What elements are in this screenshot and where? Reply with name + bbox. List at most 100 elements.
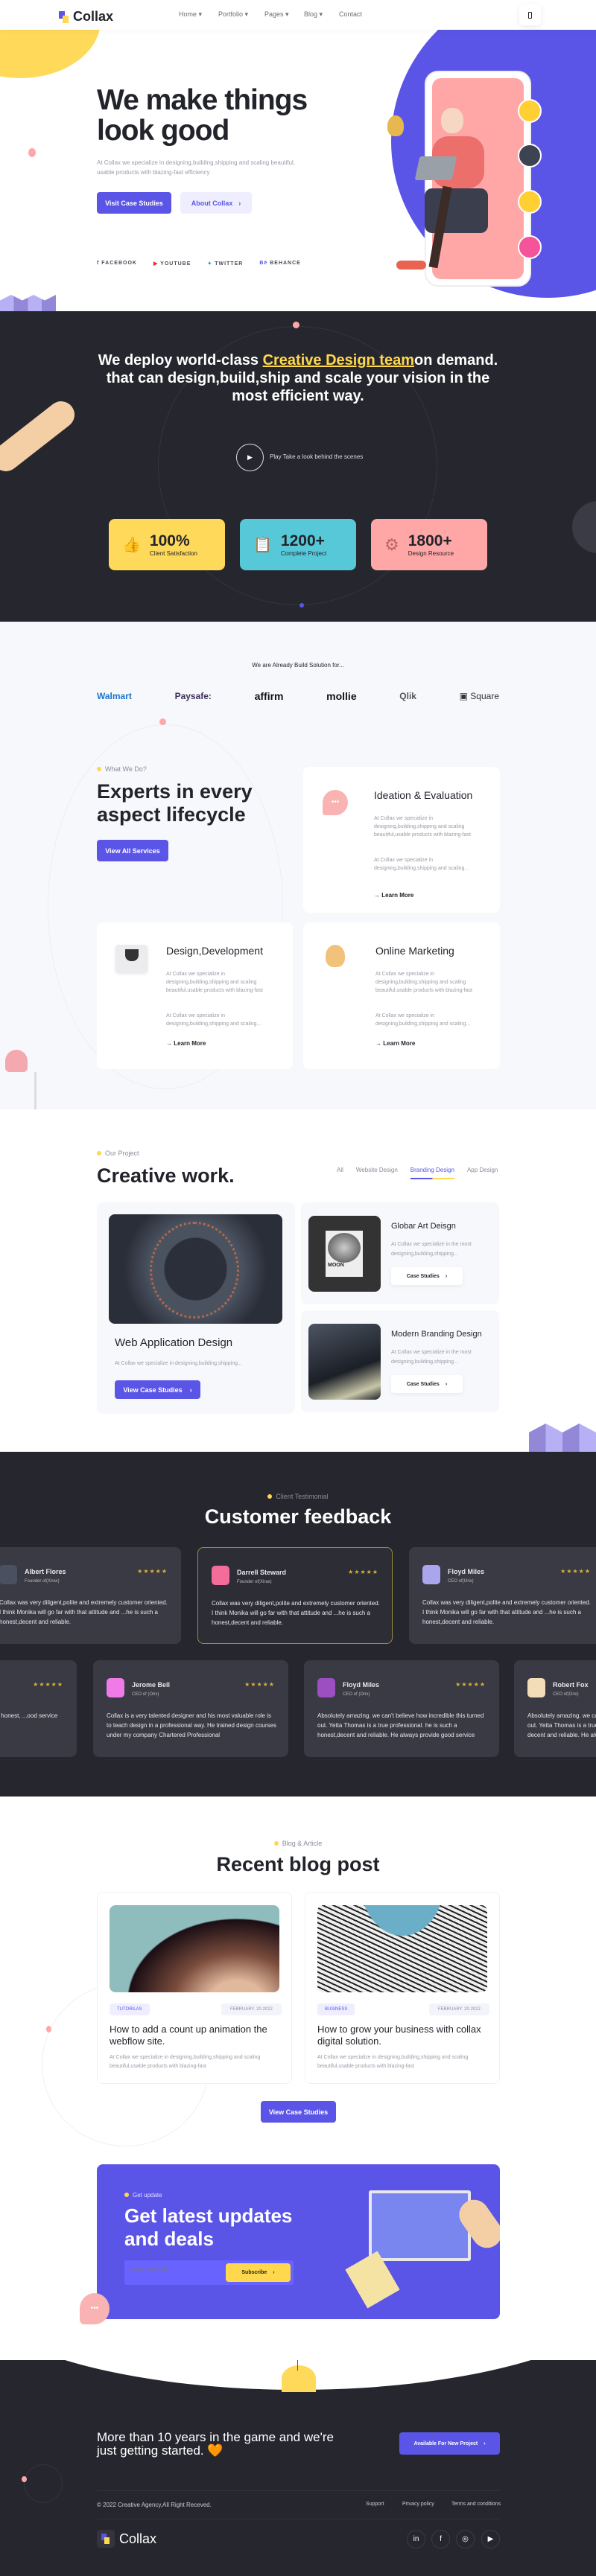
hero-title: We make things look good bbox=[97, 84, 308, 147]
blog-post-title[interactable]: How to add a count up animation the webf… bbox=[110, 2024, 281, 2047]
youtube-icon: ▶ bbox=[487, 2535, 494, 2543]
pink-dot bbox=[22, 2476, 27, 2482]
youtube-icon: ▶ bbox=[153, 261, 161, 267]
case-studies-button[interactable]: Case Studies › bbox=[391, 1267, 463, 1285]
view-case-studies-button[interactable]: View Case Studies bbox=[261, 2101, 336, 2123]
testimonial-card: Albert Flores Founder of(Xirax) ★★★★★ Col… bbox=[0, 1547, 181, 1644]
footer-link-privacy[interactable]: Privacy policy bbox=[402, 2502, 434, 2507]
avatar bbox=[107, 1678, 124, 1697]
play-button[interactable]: ▶ bbox=[236, 444, 264, 471]
newsletter-section: Get update Get latest updatesand deals S… bbox=[0, 2146, 596, 2362]
reviewer-name: Darrell Steward bbox=[237, 1569, 287, 1576]
hero: We make things look good At Collax we spe… bbox=[0, 30, 596, 311]
highlight-text: Creative Design team bbox=[262, 352, 414, 369]
about-collax-button[interactable]: About Collax › bbox=[180, 192, 252, 214]
learn-more-link[interactable]: → Learn More bbox=[374, 892, 413, 899]
arrow-icon: → bbox=[374, 892, 382, 899]
blog-card[interactable]: TUTORILAS FEBRUARY. 20.2022 How to add a… bbox=[97, 1892, 292, 2084]
divider bbox=[97, 2490, 500, 2491]
blog-date: FEBRUARY. 20.2022 bbox=[221, 2003, 282, 2015]
testimonial-card: Darrell Steward Founder of(Xirax) ★★★★★ C… bbox=[197, 1547, 393, 1644]
testimonial-card: Floyd Miles CEO of (Orix) ★★★★★ Absolutel… bbox=[304, 1660, 499, 1757]
service-card: Online Marketing At Collax we specialize… bbox=[303, 922, 500, 1069]
footer-link-support[interactable]: Support bbox=[366, 2502, 384, 2507]
testimonial-card: Robert Fox CEO of(Orix)★★★★★ Absolutely … bbox=[514, 1660, 596, 1757]
reviewer-role: CEO of (Orix) bbox=[132, 1692, 159, 1697]
mobile-menu-button[interactable] bbox=[519, 4, 541, 25]
reviewer-role: Founder of(Xirax) bbox=[237, 1580, 272, 1584]
newsletter-form: Subscribe› bbox=[124, 2260, 294, 2285]
behance-icon: Bē bbox=[259, 261, 270, 266]
cube-decoration bbox=[0, 295, 56, 311]
logo-icon bbox=[59, 10, 69, 23]
facebook-icon: f bbox=[440, 2535, 442, 2543]
star-rating: ★★★★★ bbox=[33, 1681, 63, 1688]
top-nav: Collax Home ▾ Portfolio ▾ Pages ▾ Blog ▾… bbox=[0, 0, 596, 30]
stat-card: 👍 100% Client Satisfaction bbox=[109, 519, 225, 570]
footer-link-terms[interactable]: Terms and conditions bbox=[451, 2502, 501, 2507]
star-rating: ★★★★★ bbox=[348, 1569, 378, 1575]
stat-card: 📋 1200+ Complete Project bbox=[240, 519, 356, 570]
learn-more-link[interactable]: → Learn More bbox=[166, 1040, 206, 1047]
arrow-icon: → bbox=[375, 1040, 384, 1047]
subscribe-button[interactable]: Subscribe › bbox=[226, 2263, 291, 2282]
hero-description: At Collax we specialize in designing,bui… bbox=[97, 159, 295, 176]
avatar bbox=[422, 1565, 440, 1584]
mollie-logo: mollie bbox=[326, 690, 357, 702]
chat-bubble-icon: ••• bbox=[80, 2293, 110, 2324]
blog-tag[interactable]: TUTORILAS bbox=[110, 2003, 150, 2015]
project-card: MOON Globar Art Deisgn At Collax we spec… bbox=[301, 1202, 499, 1304]
arrow-right-icon: › bbox=[189, 1386, 192, 1394]
testimonials-title: Customer feedback bbox=[204, 1505, 392, 1528]
arrow-right-icon: › bbox=[273, 2270, 275, 2275]
available-for-project-button[interactable]: Available For New Project › bbox=[399, 2432, 500, 2455]
testimonial-card: ★★★★★ ...w incredible this turned ...he … bbox=[0, 1660, 77, 1757]
facebook-link[interactable]: f FACEBOOK bbox=[97, 261, 137, 267]
email-input[interactable] bbox=[132, 2267, 221, 2272]
avatar bbox=[518, 99, 542, 123]
projects-title: Creative work. bbox=[97, 1164, 235, 1187]
services-eyebrow: What We Do? bbox=[97, 765, 147, 773]
nav-blog[interactable]: Blog ▾ bbox=[304, 10, 323, 19]
avatar bbox=[317, 1678, 335, 1697]
youtube-link[interactable]: ▶ bbox=[481, 2530, 500, 2548]
project-tabs: All Website Design Branding Design App D… bbox=[337, 1167, 498, 1179]
arrow-right-icon: › bbox=[484, 2440, 486, 2446]
side-circle bbox=[572, 501, 596, 553]
walmart-logo: Walmart bbox=[97, 691, 132, 701]
view-all-services-button[interactable]: View All Services bbox=[97, 840, 168, 861]
nav-portfolio[interactable]: Portfolio ▾ bbox=[218, 10, 248, 19]
reviewer-name: Floyd Miles bbox=[343, 1681, 380, 1689]
visit-case-studies-button[interactable]: Visit Case Studies bbox=[97, 192, 171, 214]
instagram-link[interactable]: ◎ bbox=[456, 2530, 475, 2548]
project-image bbox=[308, 1324, 381, 1400]
yellow-blob bbox=[0, 30, 101, 78]
tab-website-design[interactable]: Website Design bbox=[356, 1167, 398, 1179]
behance-link[interactable]: Bē BEHANCE bbox=[259, 261, 301, 267]
projects-section: Our Project Creative work. All Website D… bbox=[0, 1109, 596, 1452]
facebook-link[interactable]: f bbox=[431, 2530, 450, 2548]
checklist-icon: 📋 bbox=[253, 537, 272, 553]
twitter-link[interactable]: ✦ TWITTER bbox=[207, 261, 243, 267]
case-studies-button[interactable]: Case Studies › bbox=[391, 1375, 463, 1393]
blog-card[interactable]: BUSINESS FEBRUARY. 20.2022 How to grow y… bbox=[305, 1892, 500, 2084]
nav-home[interactable]: Home ▾ bbox=[179, 10, 202, 19]
newsletter-card: Get update Get latest updatesand deals S… bbox=[97, 2164, 500, 2319]
youtube-link[interactable]: ▶ YOUTUBE bbox=[153, 261, 191, 267]
view-case-studies-button[interactable]: View Case Studies › bbox=[115, 1380, 200, 1399]
tab-all[interactable]: All bbox=[337, 1167, 343, 1179]
blog-tag[interactable]: BUSINESS bbox=[317, 2003, 355, 2015]
phone-icon bbox=[528, 11, 532, 19]
chat-bubble-icon: ••• bbox=[323, 790, 348, 815]
nav-contact[interactable]: Contact bbox=[339, 10, 362, 18]
reviewer-name: Robert Fox bbox=[553, 1681, 589, 1689]
tab-app-design[interactable]: App Design bbox=[467, 1167, 498, 1179]
nav-pages[interactable]: Pages ▾ bbox=[264, 10, 289, 19]
blog-post-title[interactable]: How to grow your business with collax di… bbox=[317, 2024, 489, 2047]
tab-branding-design[interactable]: Branding Design bbox=[410, 1167, 454, 1179]
linkedin-link[interactable]: in bbox=[407, 2530, 425, 2548]
logo[interactable]: Collax bbox=[59, 9, 113, 25]
footer-cta-text: More than 10 years in the game and we're… bbox=[97, 2430, 334, 2458]
learn-more-link[interactable]: → Learn More bbox=[375, 1040, 415, 1047]
footer-logo[interactable]: Collax bbox=[97, 2530, 156, 2548]
